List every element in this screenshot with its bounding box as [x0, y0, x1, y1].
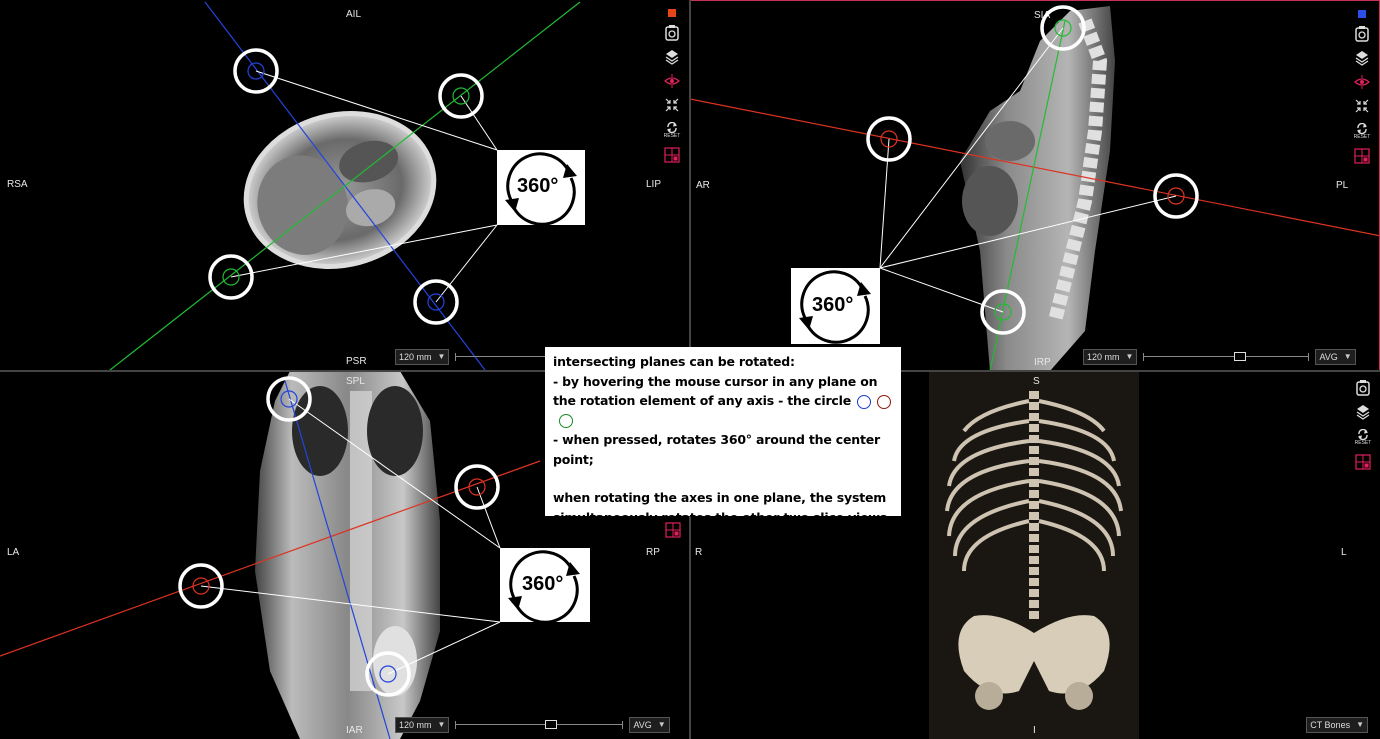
rotation-360-badge: 360° — [500, 548, 590, 624]
rotation-360-label: 360° — [522, 573, 564, 595]
volume-preset-select[interactable]: CT Bones ▼ — [1306, 717, 1368, 733]
viewport-color-indicator — [662, 8, 682, 18]
reset-icon — [667, 121, 677, 133]
slider-track — [455, 724, 624, 725]
camera-icon[interactable] — [662, 24, 682, 42]
orientation-top: AIL — [346, 9, 362, 20]
orientation-right: RP — [646, 547, 660, 558]
orientation-bottom: I — [1033, 725, 1036, 736]
chevron-down-icon: ▼ — [1125, 352, 1134, 361]
slider-track — [1143, 356, 1310, 357]
chevron-down-icon: ▼ — [437, 352, 446, 361]
slab-slider[interactable] — [455, 718, 624, 732]
note-line-4: when rotating the axes in one plane, the… — [553, 490, 888, 525]
note-line-3: - when pressed, rotates 360° around the … — [553, 432, 881, 467]
reset-icon — [1358, 428, 1368, 440]
layers-icon[interactable] — [1353, 403, 1373, 421]
orientation-top: SPL — [346, 376, 365, 387]
rotation-360-label: 360° — [812, 294, 854, 316]
layers-icon[interactable] — [662, 48, 682, 66]
camera-icon[interactable] — [1353, 379, 1373, 397]
axial-controls: 120 mm ▼ — [395, 349, 546, 365]
orientation-right: PL — [1336, 180, 1349, 191]
chevron-down-icon: ▼ — [1356, 720, 1364, 729]
slider-thumb[interactable] — [1234, 352, 1247, 361]
viewport-color-indicator — [1352, 9, 1372, 19]
coronal-controls: 120 mm ▼ AVG ▼ — [395, 717, 670, 733]
eye-icon[interactable] — [1352, 73, 1372, 91]
layout-icon[interactable] — [662, 146, 682, 164]
orientation-left: RSA — [7, 179, 28, 190]
orientation-top: SIA — [1034, 10, 1051, 21]
reset-label: RESET — [1353, 133, 1371, 140]
reset-icon — [1357, 122, 1367, 134]
render-mode-value: AVG — [1319, 352, 1338, 362]
rotation-360-badge: 360° — [791, 268, 880, 344]
red-circle-icon — [877, 394, 891, 409]
note-line-2: - by hovering the mouse cursor in any pl… — [553, 373, 878, 409]
reset-button[interactable]: RESET — [1353, 427, 1373, 447]
green-circle-icon — [559, 414, 573, 428]
axial-ct-image — [109, 1, 581, 371]
chevron-down-icon: ▼ — [437, 720, 446, 729]
volume-controls: CT Bones ▼ — [1306, 717, 1368, 733]
reset-label: RESET — [1354, 439, 1372, 446]
note-line-2-wrap: - by hovering the mouse cursor in any pl… — [553, 372, 893, 431]
slider-track — [455, 356, 546, 357]
reset-label: RESET — [663, 132, 681, 139]
orientation-top: S — [1033, 376, 1040, 387]
volume-preset-value: CT Bones — [1310, 720, 1351, 730]
orientation-left: R — [695, 547, 703, 558]
reset-button[interactable]: RESET — [1352, 121, 1372, 141]
orientation-left: AR — [696, 180, 710, 191]
orientation-bottom: IAR — [346, 725, 363, 736]
orientation-left: LA — [7, 547, 20, 558]
slab-thickness-select[interactable]: 120 mm ▼ — [395, 349, 450, 365]
volume-toolbar: RESET — [1352, 379, 1374, 471]
sagittal-controls: 120 mm ▼ AVG ▼ — [1083, 349, 1356, 365]
slab-thickness-select[interactable]: 120 mm ▼ — [395, 717, 450, 733]
render-mode-value: AVG — [633, 720, 652, 730]
rotation-360-label: 360° — [517, 175, 559, 197]
rotation-360-badge: 360° — [497, 150, 585, 226]
render-mode-select[interactable]: AVG ▼ — [629, 717, 670, 733]
slab-thickness-value: 120 mm — [399, 352, 432, 362]
chevron-down-icon: ▼ — [1343, 352, 1352, 361]
blue-circle-icon — [857, 394, 871, 409]
eye-icon[interactable] — [662, 72, 682, 90]
axial-viewport[interactable]: AIL RSA LIP PSR RESET 120 mm ▼ — [0, 0, 689, 371]
orientation-right: L — [1341, 547, 1347, 558]
orientation-right: LIP — [646, 179, 662, 190]
slab-thickness-value: 120 mm — [1087, 352, 1120, 362]
axial-toolbar: RESET — [661, 8, 683, 164]
slab-thickness-select[interactable]: 120 mm ▼ — [1083, 349, 1138, 365]
collapse-icon[interactable] — [1352, 97, 1372, 115]
chevron-down-icon: ▼ — [657, 720, 666, 729]
slab-slider[interactable] — [455, 350, 546, 364]
layers-icon[interactable] — [1352, 49, 1372, 67]
camera-icon[interactable] — [1352, 25, 1372, 43]
slab-thickness-value: 120 mm — [399, 720, 432, 730]
layout-icon[interactable] — [1353, 453, 1373, 471]
sagittal-toolbar: RESET — [1351, 9, 1373, 165]
render-mode-select[interactable]: AVG ▼ — [1315, 349, 1356, 365]
orientation-bottom: PSR — [346, 356, 367, 367]
layout-icon[interactable] — [1352, 147, 1372, 165]
reset-button[interactable]: RESET — [662, 120, 682, 140]
explanation-note: intersecting planes can be rotated: - by… — [545, 347, 901, 525]
collapse-icon[interactable] — [662, 96, 682, 114]
slider-thumb[interactable] — [545, 720, 558, 729]
slab-slider[interactable] — [1143, 350, 1310, 364]
note-line-1: intersecting planes can be rotated: — [553, 354, 795, 369]
orientation-bottom: IRP — [1034, 357, 1051, 368]
